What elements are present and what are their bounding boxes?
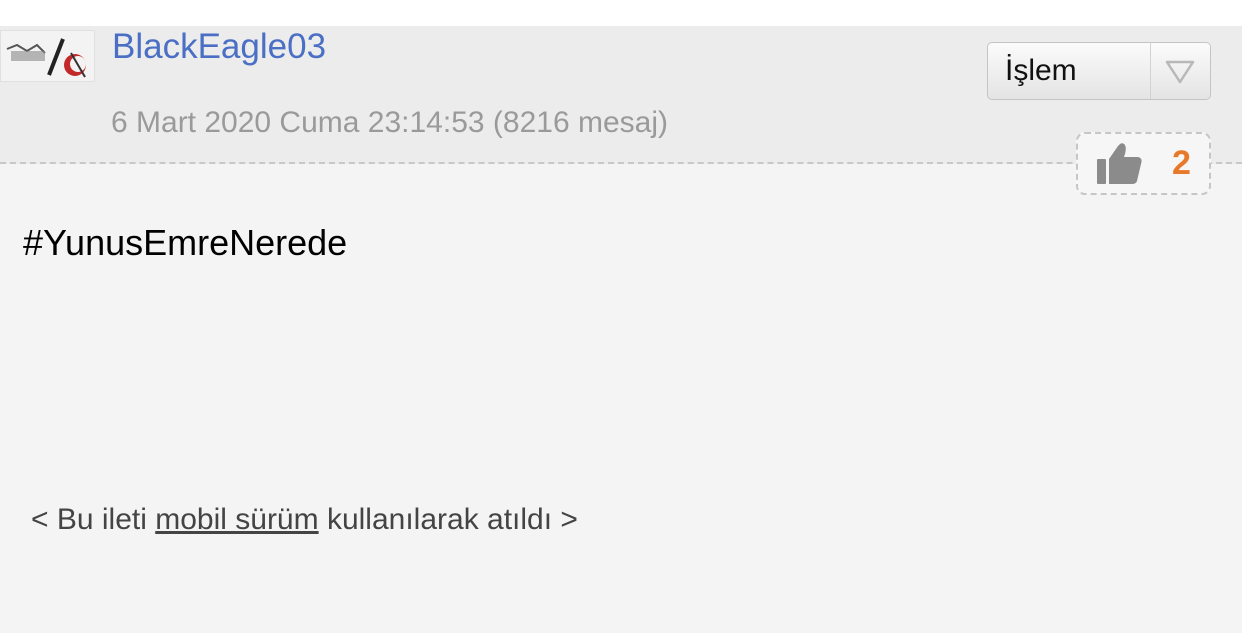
post-meta: 6 Mart 2020 Cuma 23:14:53 (8216 mesaj) [111, 106, 668, 140]
user-avatar[interactable] [0, 30, 95, 82]
post-date: 6 Mart 2020 Cuma 23:14:53 [111, 106, 485, 139]
post-count: (8216 mesaj) [492, 106, 668, 139]
avatar-image [1, 31, 94, 81]
like-button[interactable]: 2 [1076, 132, 1211, 195]
top-strip [0, 0, 1242, 26]
action-dropdown-label: İşlem [1005, 54, 1077, 87]
dropdown-divider [1150, 43, 1151, 99]
post-header: BlackEagle03 6 Mart 2020 Cuma 23:14:53 (… [0, 26, 1242, 164]
username-link[interactable]: BlackEagle03 [112, 27, 326, 67]
chevron-down-icon [1165, 60, 1195, 84]
footer-prefix: < Bu ileti [31, 503, 156, 536]
mobile-version-note: < Bu ileti mobil sürüm kullanılarak atıl… [31, 503, 578, 537]
action-dropdown[interactable]: İşlem [987, 42, 1211, 100]
thumbs-up-icon [1097, 143, 1142, 184]
like-count: 2 [1172, 144, 1191, 182]
post-message: #YunusEmreNerede [23, 222, 348, 263]
mobile-version-link[interactable]: mobil sürüm [155, 503, 318, 536]
footer-suffix: kullanılarak atıldı > [318, 503, 578, 536]
